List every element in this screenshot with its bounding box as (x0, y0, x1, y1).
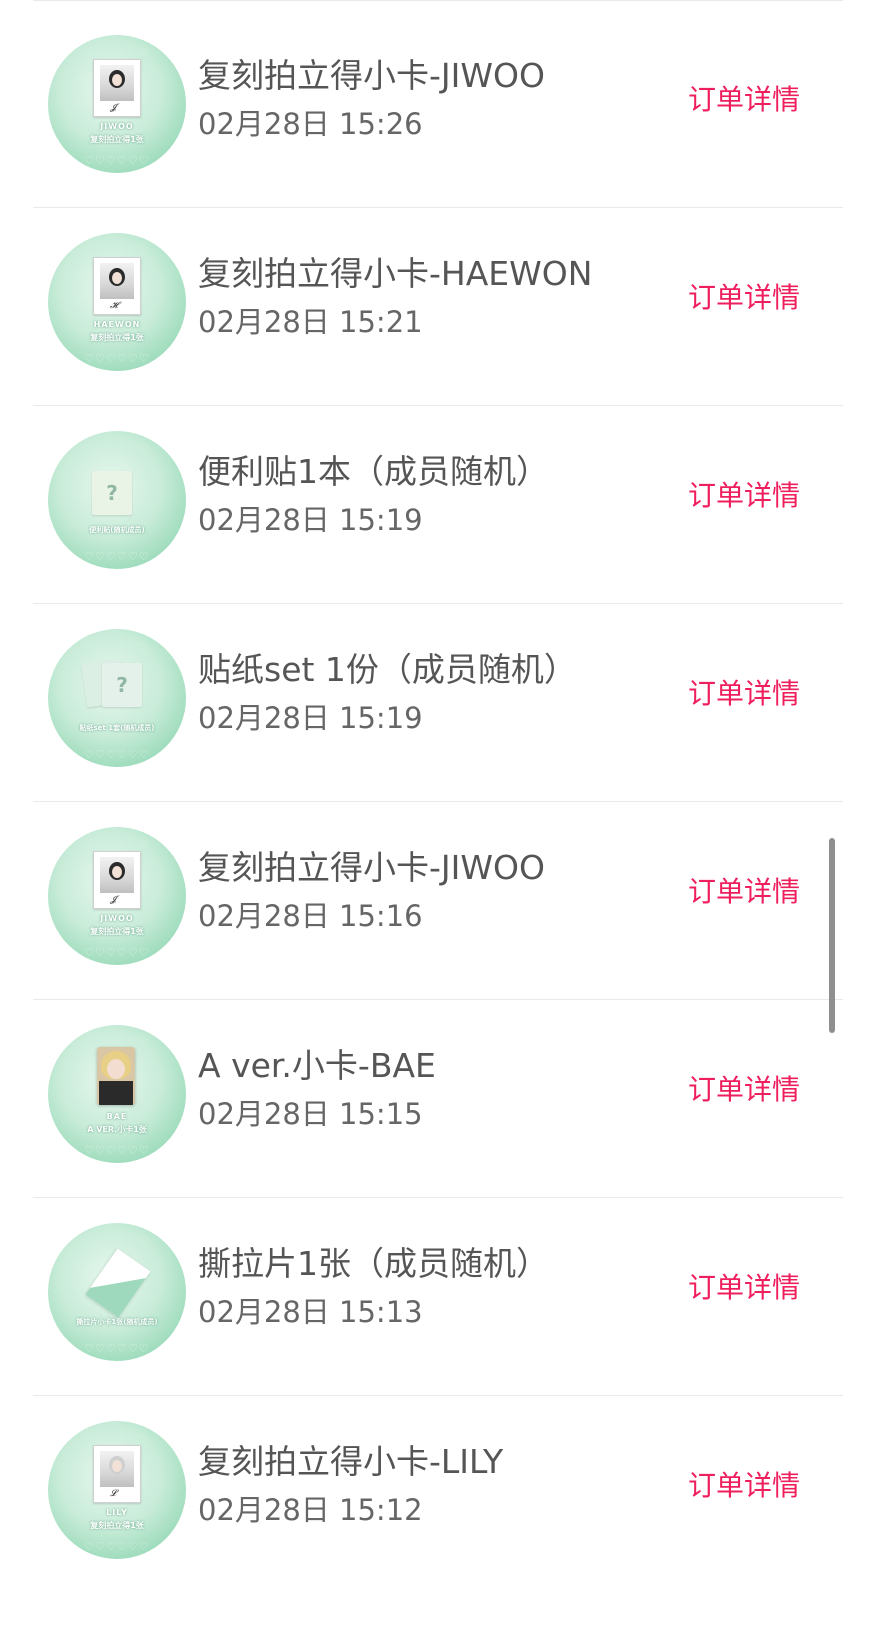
order-row[interactable]: ♡♡♡♡♡♡ 𝓙 JIWOO 复刻拍立得1张 ♡♡♡♡♡♡ 复刻拍立得小卡-JI… (0, 0, 886, 208)
heart-pattern-icon: ♡♡♡♡♡♡ (84, 1144, 150, 1157)
order-detail-link[interactable]: 订单详情 (688, 80, 800, 120)
order-title: 复刻拍立得小卡-JIWOO (198, 848, 545, 887)
order-row[interactable]: ♡♡♡♡♡♡ ? 便利贴(随机成员) ♡♡♡♡♡♡ 便利贴1本（成员随机） 02… (0, 396, 886, 604)
heart-pattern-icon: ♡♡♡♡♡♡ (84, 1432, 150, 1445)
question-card-image: ? (92, 471, 132, 515)
order-time: 02月28日 15:16 (198, 899, 423, 933)
order-row[interactable]: ♡♡♡♡♡♡ 撕拉片小卡1张(随机成员) ♡♡♡♡♡♡ 撕拉片1张（成员随机） … (0, 1188, 886, 1396)
order-row[interactable]: ♡♡♡♡♡♡ 𝓛 LILY 复刻拍立得1张 ♡♡♡♡♡♡ 复刻拍立得小卡-LIL… (0, 1386, 886, 1594)
order-detail-link[interactable]: 订单详情 (688, 872, 800, 912)
order-title: 便利贴1本（成员随机） (198, 452, 549, 491)
order-time: 02月28日 15:19 (198, 701, 423, 735)
thumbnail-caption: 便利贴(随机成员) (89, 526, 145, 534)
order-detail-link[interactable]: 订单详情 (688, 1268, 800, 1308)
heart-pattern-icon: ♡♡♡♡♡♡ (84, 748, 150, 761)
product-thumbnail: ♡♡♡♡♡♡ 撕拉片小卡1张(随机成员) ♡♡♡♡♡♡ (48, 1223, 186, 1361)
order-row[interactable]: ♡♡♡♡♡♡ ? 贴纸set 1套(随机成员) ♡♡♡♡♡♡ 贴纸set 1份（… (0, 594, 886, 802)
order-time: 02月28日 15:19 (198, 503, 423, 537)
order-time: 02月28日 15:12 (198, 1493, 423, 1527)
heart-pattern-icon: ♡♡♡♡♡♡ (84, 550, 150, 563)
order-row[interactable]: ♡♡♡♡♡♡ 𝓙 JIWOO 复刻拍立得1张 ♡♡♡♡♡♡ 复刻拍立得小卡-JI… (0, 792, 886, 1000)
thumbnail-subcaption: 复刻拍立得1张 (90, 135, 144, 144)
thumbnail-caption: JIWOO (100, 122, 134, 131)
order-detail-link[interactable]: 订单详情 (688, 476, 800, 516)
product-thumbnail: ♡♡♡♡♡♡ ? 贴纸set 1套(随机成员) ♡♡♡♡♡♡ (48, 629, 186, 767)
product-thumbnail: ♡♡♡♡♡♡ 𝓙 JIWOO 复刻拍立得1张 ♡♡♡♡♡♡ (48, 827, 186, 965)
polaroid-card-image: 𝓛 (93, 1445, 141, 1503)
product-thumbnail: ♡♡♡♡♡♡ ? 便利贴(随机成员) ♡♡♡♡♡♡ (48, 431, 186, 569)
order-title: 撕拉片1张（成员随机） (198, 1244, 549, 1283)
order-row[interactable]: ♡♡♡♡♡♡ 𝓗 HAEWON 复刻拍立得1张 ♡♡♡♡♡♡ 复刻拍立得小卡-H… (0, 198, 886, 406)
order-title: 复刻拍立得小卡-JIWOO (198, 56, 545, 95)
product-thumbnail: ♡♡♡♡♡♡ 𝓛 LILY 复刻拍立得1张 ♡♡♡♡♡♡ (48, 1421, 186, 1559)
order-detail-link[interactable]: 订单详情 (688, 278, 800, 318)
heart-pattern-icon: ♡♡♡♡♡♡ (84, 1540, 150, 1553)
thumbnail-caption: HAEWON (93, 320, 141, 329)
heart-pattern-icon: ♡♡♡♡♡♡ (84, 640, 150, 653)
thumbnail-subcaption: 复刻拍立得1张 (90, 333, 144, 342)
thumbnail-subcaption: 复刻拍立得1张 (90, 1521, 144, 1530)
order-detail-link[interactable]: 订单详情 (688, 674, 800, 714)
question-card-image: ? (102, 663, 142, 707)
order-row[interactable]: ♡♡♡♡♡♡ BAE A VER.小卡1张 ♡♡♡♡♡♡ A ver.小卡-BA… (0, 990, 886, 1198)
photocard-image (97, 1047, 135, 1105)
order-detail-link[interactable]: 订单详情 (688, 1070, 800, 1110)
polaroid-card-image: 𝓙 (93, 59, 141, 117)
polaroid-card-image: 𝓗 (93, 257, 141, 315)
thumbnail-subcaption: A VER.小卡1张 (87, 1125, 147, 1134)
order-time: 02月28日 15:15 (198, 1097, 423, 1131)
product-thumbnail: ♡♡♡♡♡♡ 𝓗 HAEWON 复刻拍立得1张 ♡♡♡♡♡♡ (48, 233, 186, 371)
heart-pattern-icon: ♡♡♡♡♡♡ (84, 946, 150, 959)
order-title: 复刻拍立得小卡-HAEWON (198, 254, 593, 293)
scratch-card-image (85, 1248, 151, 1318)
thumbnail-caption: 贴纸set 1套(随机成员) (79, 724, 155, 732)
heart-pattern-icon: ♡♡♡♡♡♡ (84, 1234, 150, 1247)
order-time: 02月28日 15:26 (198, 107, 423, 141)
order-list: ♡♡♡♡♡♡ 𝓙 JIWOO 复刻拍立得1张 ♡♡♡♡♡♡ 复刻拍立得小卡-JI… (0, 0, 886, 1651)
thumbnail-caption: JIWOO (100, 914, 134, 923)
order-title: 复刻拍立得小卡-LILY (198, 1442, 504, 1481)
order-detail-link[interactable]: 订单详情 (688, 1466, 800, 1506)
heart-pattern-icon: ♡♡♡♡♡♡ (84, 1342, 150, 1355)
heart-pattern-icon: ♡♡♡♡♡♡ (84, 442, 150, 455)
thumbnail-caption: BAE (106, 1112, 128, 1121)
thumbnail-caption: LILY (106, 1508, 128, 1517)
polaroid-card-image: 𝓙 (93, 851, 141, 909)
vertical-scrollbar[interactable] (829, 838, 835, 1033)
product-thumbnail: ♡♡♡♡♡♡ 𝓙 JIWOO 复刻拍立得1张 ♡♡♡♡♡♡ (48, 35, 186, 173)
heart-pattern-icon: ♡♡♡♡♡♡ (84, 244, 150, 257)
heart-pattern-icon: ♡♡♡♡♡♡ (84, 154, 150, 167)
product-thumbnail: ♡♡♡♡♡♡ BAE A VER.小卡1张 ♡♡♡♡♡♡ (48, 1025, 186, 1163)
order-title: 贴纸set 1份（成员随机） (198, 650, 577, 689)
heart-pattern-icon: ♡♡♡♡♡♡ (84, 46, 150, 59)
order-title: A ver.小卡-BAE (198, 1046, 436, 1085)
order-time: 02月28日 15:13 (198, 1295, 423, 1329)
heart-pattern-icon: ♡♡♡♡♡♡ (84, 352, 150, 365)
heart-pattern-icon: ♡♡♡♡♡♡ (84, 838, 150, 851)
order-time: 02月28日 15:21 (198, 305, 423, 339)
thumbnail-subcaption: 复刻拍立得1张 (90, 927, 144, 936)
thumbnail-caption: 撕拉片小卡1张(随机成员) (76, 1318, 158, 1326)
